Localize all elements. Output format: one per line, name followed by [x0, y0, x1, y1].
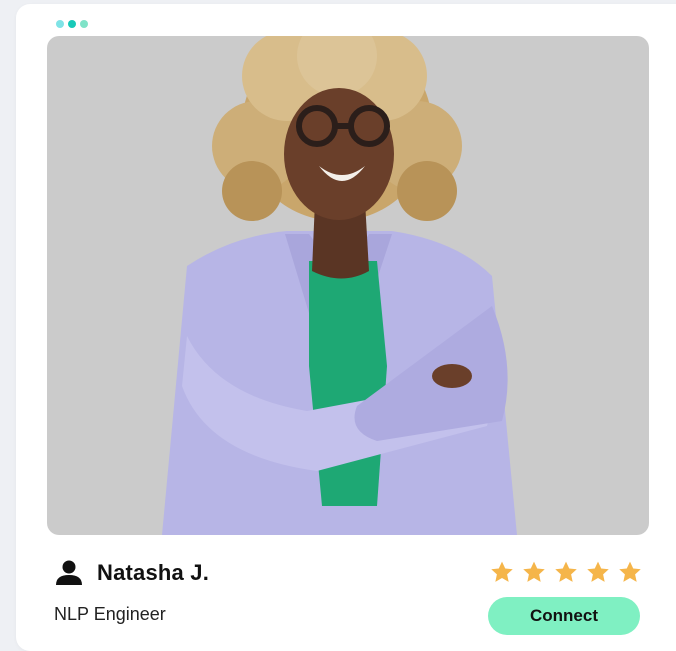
star-icon	[555, 561, 577, 582]
connect-button[interactable]: Connect	[488, 597, 640, 635]
profile-photo	[47, 36, 649, 535]
profile-name: Natasha J.	[97, 560, 210, 585]
name-row: Natasha J.	[55, 560, 209, 586]
user-icon	[56, 560, 82, 585]
rating-stars	[489, 560, 643, 585]
star-icon	[523, 561, 545, 582]
profile-role: NLP Engineer	[54, 604, 166, 624]
person-photo-icon	[162, 36, 517, 535]
star-icon	[491, 561, 513, 582]
window-dots	[56, 20, 88, 28]
star-icon	[619, 561, 641, 582]
window-dot	[80, 20, 88, 28]
window-dot	[56, 20, 64, 28]
window-dot	[68, 20, 76, 28]
star-icon	[587, 561, 609, 582]
